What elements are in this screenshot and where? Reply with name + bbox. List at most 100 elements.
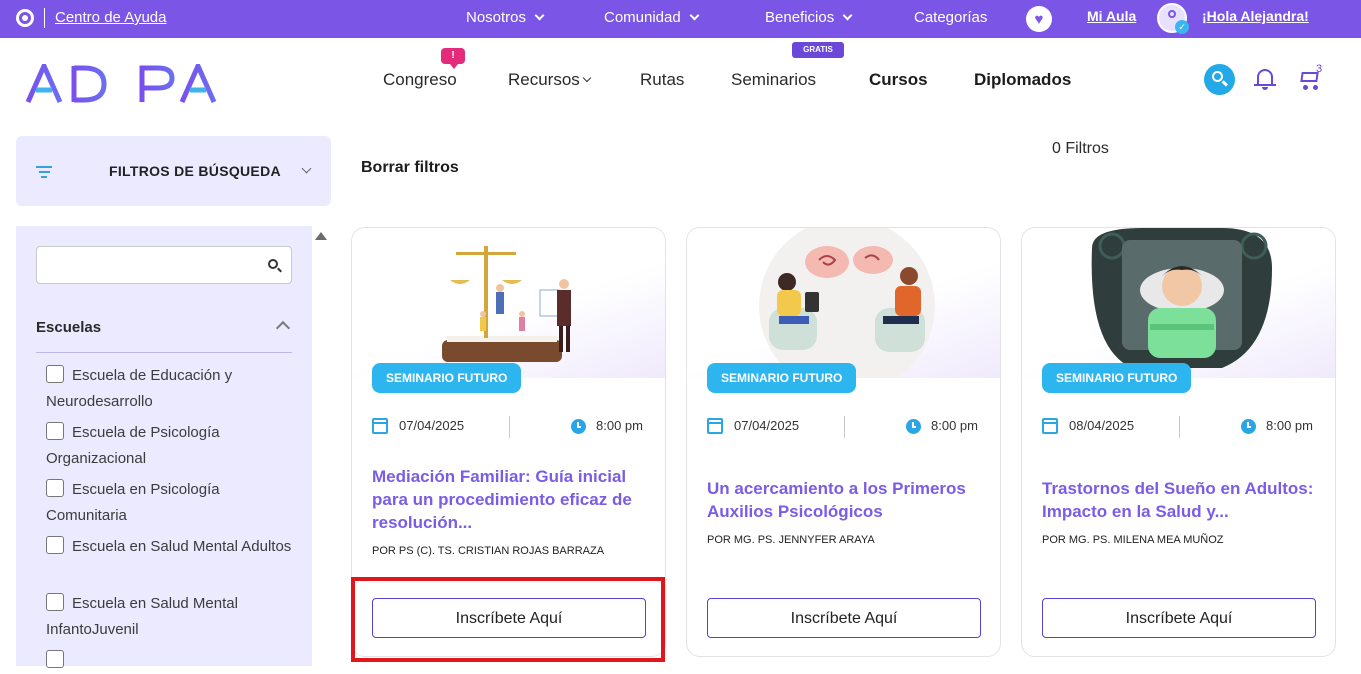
mediation-illustration bbox=[442, 246, 571, 362]
greeting-link[interactable]: ¡Hola Alejandra! bbox=[1202, 8, 1309, 24]
course-title[interactable]: Un acercamiento a los Primeros Auxilios … bbox=[707, 477, 987, 523]
calendar-icon bbox=[372, 418, 388, 434]
checkbox[interactable] bbox=[46, 479, 64, 497]
mi-aula-link[interactable]: Mi Aula bbox=[1087, 8, 1136, 24]
filter-icon bbox=[36, 166, 52, 181]
clear-filters-button[interactable]: Borrar filtros bbox=[361, 159, 459, 177]
course-date: 07/04/2025 bbox=[399, 418, 465, 433]
verified-check-icon: ✓ bbox=[1175, 20, 1189, 34]
chevron-down-icon bbox=[534, 10, 545, 21]
school-option[interactable]: Escuela en Salud Mental InfantoJuvenil bbox=[46, 591, 296, 643]
clock-icon bbox=[571, 419, 586, 434]
school-option[interactable] bbox=[46, 648, 296, 674]
school-option[interactable]: Escuela de Educación y Neurodesarrollo bbox=[46, 363, 296, 415]
chevron-down-icon bbox=[582, 73, 592, 83]
course-time: 8:00 pm bbox=[931, 418, 978, 433]
course-title[interactable]: Mediación Familiar: Guía inicial para un… bbox=[372, 465, 652, 534]
nav-recursos[interactable]: Recursos bbox=[508, 70, 592, 90]
divider bbox=[36, 352, 292, 353]
course-image bbox=[687, 228, 1000, 378]
nav-beneficios[interactable]: Beneficios bbox=[765, 9, 853, 26]
nav-diplomados[interactable]: Diplomados bbox=[974, 70, 1071, 90]
school-label: Escuela en Salud Mental Adultos bbox=[72, 538, 292, 555]
course-time: 8:00 pm bbox=[1266, 418, 1313, 433]
school-option[interactable]: Escuela en Salud Mental Adultos bbox=[46, 534, 296, 560]
school-label: Escuela en Salud Mental InfantoJuvenil bbox=[46, 595, 238, 638]
filters-title: FILTROS DE BÚSQUEDA bbox=[109, 163, 281, 179]
highlight-box bbox=[351, 577, 665, 662]
nav-categorias-label: Categorías bbox=[914, 9, 988, 26]
nav-categorias[interactable]: Categorías bbox=[914, 9, 987, 26]
checkbox[interactable] bbox=[46, 422, 64, 440]
nav-comunidad[interactable]: Comunidad bbox=[604, 9, 700, 26]
course-author: POR PS (C). TS. CRISTIAN ROJAS BARRAZA bbox=[372, 545, 605, 557]
divider bbox=[844, 416, 845, 438]
course-card[interactable]: SEMINARIO FUTURO 07/04/2025 8:00 pm Un a… bbox=[686, 227, 1001, 657]
nav-nosotros-label: Nosotros bbox=[466, 9, 527, 26]
status-badge: SEMINARIO FUTURO bbox=[372, 363, 522, 393]
clock-icon bbox=[1241, 419, 1256, 434]
status-badge: SEMINARIO FUTURO bbox=[707, 363, 857, 393]
scroll-up-arrow-icon[interactable] bbox=[315, 232, 327, 240]
nav-recursos-label: Recursos bbox=[508, 70, 580, 89]
adipa-logo-mark bbox=[25, 59, 217, 104]
divider bbox=[44, 8, 45, 28]
course-author: POR MG. PS. JENNYFER ARAYA bbox=[707, 534, 875, 546]
chevron-down-icon bbox=[301, 163, 312, 174]
enroll-button[interactable]: Inscríbete Aquí bbox=[1042, 598, 1316, 638]
top-bar: Centro de Ayuda Nosotros Comunidad Benef… bbox=[0, 0, 1361, 38]
main-header: ! Congreso Recursos Rutas GRATIS Seminar… bbox=[0, 38, 1361, 123]
checkbox[interactable] bbox=[46, 650, 64, 668]
checkbox[interactable] bbox=[46, 365, 64, 383]
divider bbox=[509, 416, 510, 438]
course-image bbox=[1022, 228, 1335, 378]
sleep-disorder-illustration bbox=[1091, 228, 1272, 368]
nav-cursos[interactable]: Cursos bbox=[869, 70, 928, 90]
checkbox[interactable] bbox=[46, 593, 64, 611]
course-time: 8:00 pm bbox=[596, 418, 643, 433]
nav-rutas[interactable]: Rutas bbox=[640, 70, 684, 90]
school-option[interactable]: Escuela en Psicología Comunitaria bbox=[46, 477, 296, 529]
filter-search-box bbox=[36, 246, 292, 284]
enroll-button[interactable]: Inscríbete Aquí bbox=[707, 598, 981, 638]
filters-toggle[interactable]: FILTROS DE BÚSQUEDA bbox=[16, 136, 331, 206]
nav-congreso[interactable]: Congreso bbox=[383, 70, 457, 90]
adipa-logo[interactable] bbox=[25, 58, 218, 116]
first-aid-illustration bbox=[759, 228, 935, 378]
search-icon[interactable] bbox=[1204, 64, 1235, 95]
checkbox[interactable] bbox=[46, 536, 64, 554]
filter-search-input[interactable] bbox=[45, 247, 265, 283]
nav-comunidad-label: Comunidad bbox=[604, 9, 681, 26]
calendar-icon bbox=[1042, 418, 1058, 434]
course-image bbox=[352, 228, 665, 378]
filters-scrollbar[interactable] bbox=[312, 226, 331, 666]
cart-count-badge: 3 bbox=[1316, 63, 1323, 75]
heart-icon[interactable]: ♥ bbox=[1026, 6, 1052, 32]
bell-icon[interactable] bbox=[1254, 66, 1278, 92]
school-label: Escuela en Psicología Comunitaria bbox=[46, 481, 220, 524]
divider bbox=[1179, 416, 1180, 438]
status-badge: SEMINARIO FUTURO bbox=[1042, 363, 1192, 393]
user-avatar-icon[interactable]: ✓ bbox=[1157, 3, 1189, 34]
nav-beneficios-label: Beneficios bbox=[765, 9, 835, 26]
nav-nosotros[interactable]: Nosotros bbox=[466, 9, 545, 26]
nav-seminarios[interactable]: Seminarios bbox=[731, 70, 816, 90]
school-label: Escuela de Educación y Neurodesarrollo bbox=[46, 367, 233, 410]
course-date: 07/04/2025 bbox=[734, 418, 800, 433]
course-author: POR MG. PS. MILENA MEA MUÑOZ bbox=[1042, 534, 1224, 546]
help-center-link[interactable]: Centro de Ayuda bbox=[55, 9, 166, 26]
course-title[interactable]: Trastornos del Sueño en Adultos: Impacto… bbox=[1042, 477, 1322, 523]
course-date: 08/04/2025 bbox=[1069, 418, 1135, 433]
course-card[interactable]: SEMINARIO FUTURO 08/04/2025 8:00 pm Tras… bbox=[1021, 227, 1336, 657]
schools-section-title[interactable]: Escuelas bbox=[36, 319, 101, 336]
whatsapp-icon[interactable] bbox=[16, 9, 34, 27]
chevron-down-icon bbox=[842, 10, 853, 21]
chevron-down-icon bbox=[689, 10, 700, 21]
clock-icon bbox=[906, 419, 921, 434]
gratis-badge: GRATIS bbox=[792, 42, 844, 58]
filters-count: 0 Filtros bbox=[1052, 140, 1109, 157]
congreso-alert-badge: ! bbox=[441, 48, 465, 69]
school-option[interactable]: Escuela de Psicología Organizacional bbox=[46, 420, 296, 472]
calendar-icon bbox=[707, 418, 723, 434]
school-label: Escuela de Psicología Organizacional bbox=[46, 424, 220, 467]
